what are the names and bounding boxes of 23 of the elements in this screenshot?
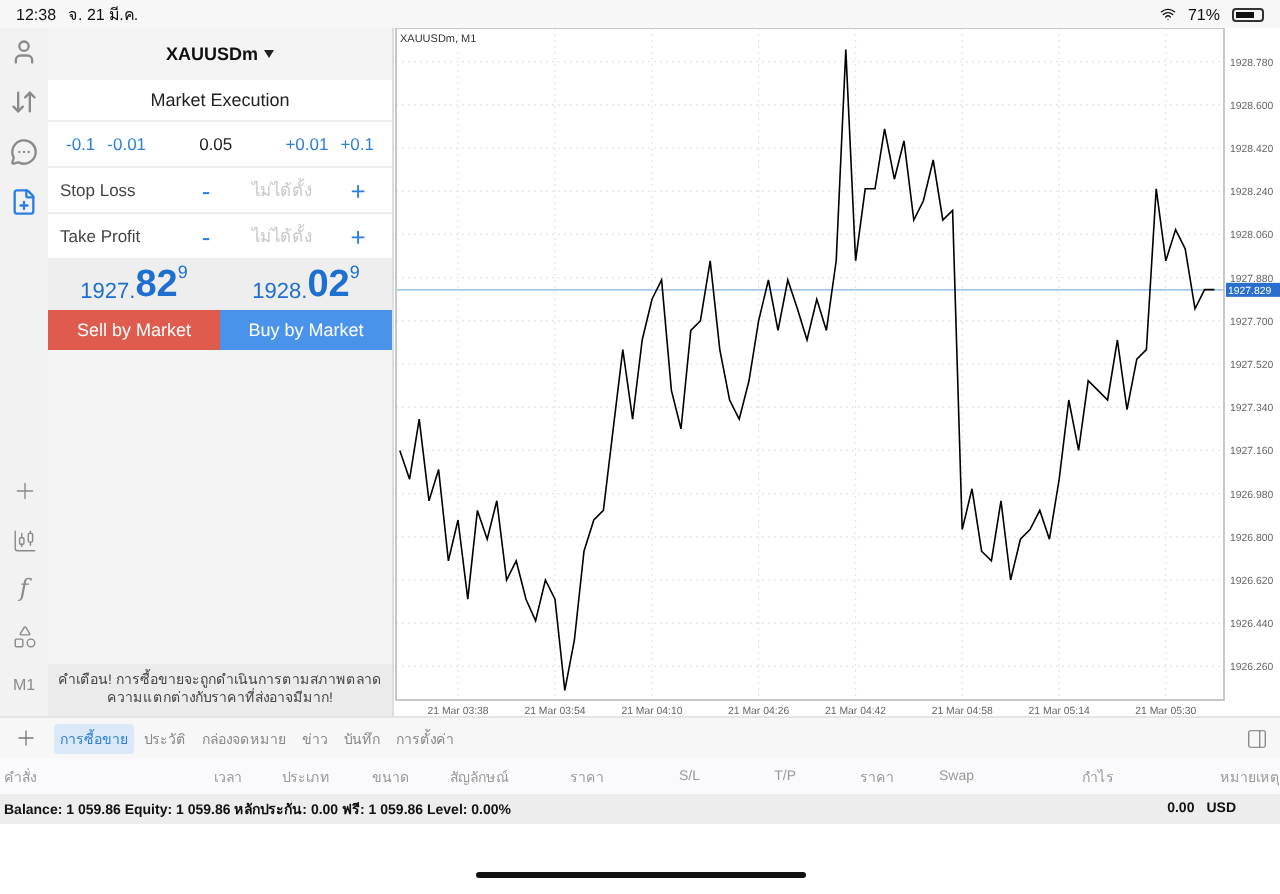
caret-icon xyxy=(264,50,274,58)
clock-time: 12:38 xyxy=(16,5,57,23)
timeframe-button[interactable]: M1 xyxy=(12,666,36,702)
symbol-selector[interactable]: XAUUSDm xyxy=(48,28,392,80)
volume-value: 0.05 xyxy=(197,134,235,154)
stop-label: Stop Loss xyxy=(60,180,138,200)
volume-step-button[interactable]: +0.01 xyxy=(279,134,335,154)
buy-button[interactable]: Buy by Market xyxy=(220,310,392,350)
decrease-button[interactable]: - xyxy=(184,175,228,205)
status-date: จ. 21 มี.ค. xyxy=(68,3,139,27)
function-button[interactable]: f xyxy=(19,570,29,606)
stop-label: Take Profit xyxy=(60,226,143,246)
increase-button[interactable]: + xyxy=(336,221,380,251)
sell-button[interactable]: Sell by Market xyxy=(48,310,220,350)
battery-percent: 71% xyxy=(1187,5,1220,23)
increase-button[interactable]: + xyxy=(336,175,380,205)
battery-icon xyxy=(1232,7,1264,21)
volume-step-button[interactable]: +0.1 xyxy=(334,134,380,154)
volume-step-button[interactable]: -0.01 xyxy=(101,134,153,154)
wifi-icon xyxy=(1159,6,1176,22)
volume-step-button[interactable]: -0.1 xyxy=(60,134,102,154)
decrease-button[interactable]: - xyxy=(184,221,228,251)
execution-title: Market Execution xyxy=(148,88,292,114)
